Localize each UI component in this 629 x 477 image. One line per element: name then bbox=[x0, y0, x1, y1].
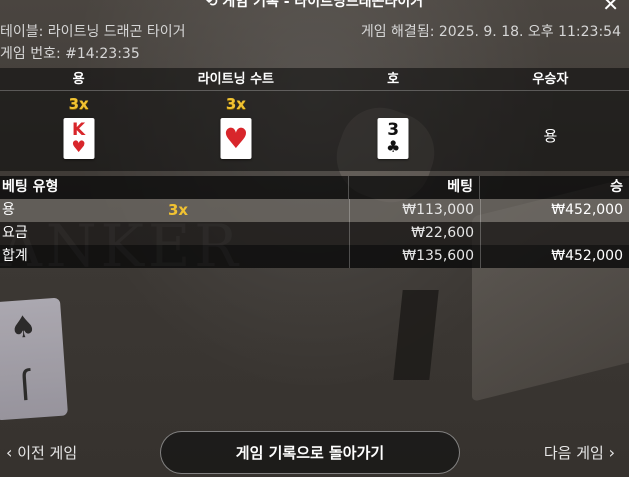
dragon-cell: 3x K ♥ bbox=[0, 91, 157, 171]
bet-table: 베팅 유형 베팅 승 용 3x ₩113,000 ₩452,000 요금 ₩22… bbox=[0, 176, 629, 268]
back-to-history-button[interactable]: 게임 기록으로 돌아가기 bbox=[160, 431, 460, 474]
win-header: 승 bbox=[610, 179, 623, 195]
chevron-right-icon: › bbox=[608, 443, 615, 462]
tiger-card: 3 ♣ bbox=[377, 118, 409, 159]
title-label: 기록 - 라이트닝드래곤타이거 bbox=[253, 0, 424, 10]
next-game-button[interactable]: 다음 게임 › bbox=[544, 442, 615, 463]
dragon-multiplier: 3x bbox=[68, 95, 89, 113]
club-icon: ♣ bbox=[385, 137, 401, 156]
dragon-card: K ♥ bbox=[63, 118, 95, 159]
heart-icon: ♥ bbox=[71, 137, 86, 156]
round-id: 게임 번호: #14:23:35 bbox=[0, 46, 140, 62]
prev-game-button[interactable]: ‹ 이전 게임 bbox=[6, 442, 77, 463]
resolved-time: 게임 해결됨: 2025. 9. 18. 오후 11:23:54 bbox=[360, 24, 621, 40]
prev-game-label: 이전 게임 bbox=[17, 444, 78, 462]
table-row: 요금 ₩22,600 bbox=[0, 222, 629, 245]
win-amount: ₩452,000 bbox=[480, 245, 629, 268]
result-panel: 용 라이트닝 수트 호 우승자 3x K ♥ 3x ♥ 3 ♣ 용 bbox=[0, 68, 629, 171]
win-amount: ₩452,000 bbox=[480, 199, 629, 222]
lightning-suit-multiplier: 3x bbox=[225, 95, 246, 113]
result-header: 용 라이트닝 수트 호 우승자 bbox=[0, 68, 629, 91]
history-icon: ⟲ bbox=[205, 0, 218, 10]
table-row: 용 3x ₩113,000 ₩452,000 bbox=[0, 199, 629, 222]
tiger-cell: 3 ♣ bbox=[315, 91, 472, 171]
next-game-label: 다음 게임 bbox=[543, 444, 604, 462]
bet-amount: ₩113,000 bbox=[349, 199, 480, 222]
window-title: ⟲ 게임 기록 - 라이트닝드래곤타이거 bbox=[0, 0, 629, 11]
footer-nav: ‹ 이전 게임 게임 기록으로 돌아가기 다음 게임 › bbox=[0, 425, 629, 477]
bet-type: 용 bbox=[2, 202, 15, 218]
winner-cell: 용 bbox=[472, 91, 629, 171]
bet-amount-header: 베팅 bbox=[349, 176, 480, 199]
col-tiger: 호 bbox=[387, 72, 400, 87]
bet-amount: ₩22,600 bbox=[349, 222, 480, 245]
lightning-suit-card: ♥ bbox=[220, 118, 252, 159]
row-multiplier: 3x bbox=[168, 201, 189, 219]
lightning-suit-cell: 3x ♥ bbox=[157, 91, 314, 171]
bet-type-header: 베팅 유형 bbox=[0, 176, 349, 199]
table-row-total: 합계 ₩135,600 ₩452,000 bbox=[0, 245, 629, 268]
close-icon[interactable]: ✕ bbox=[602, 0, 619, 16]
bet-amount: ₩135,600 bbox=[349, 245, 480, 268]
win-amount bbox=[480, 222, 629, 245]
col-dragon: 용 bbox=[72, 72, 85, 87]
table-name: 테이블: 라이트닝 드래곤 타이거 bbox=[0, 24, 186, 40]
bet-table-header: 베팅 유형 베팅 승 bbox=[0, 176, 629, 199]
chevron-left-icon: ‹ bbox=[6, 443, 13, 462]
title-text: 게임 bbox=[222, 0, 254, 10]
bet-type: 합계 bbox=[2, 248, 28, 264]
heart-icon: ♥ bbox=[223, 121, 249, 155]
col-lightning-suit: 라이트닝 수트 bbox=[197, 72, 275, 87]
result-body: 3x K ♥ 3x ♥ 3 ♣ 용 bbox=[0, 91, 629, 171]
bet-type: 요금 bbox=[2, 225, 28, 241]
col-winner: 우승자 bbox=[532, 72, 569, 87]
winner-value: 용 bbox=[543, 126, 558, 145]
back-to-history-label: 게임 기록으로 돌아가기 bbox=[235, 444, 385, 462]
